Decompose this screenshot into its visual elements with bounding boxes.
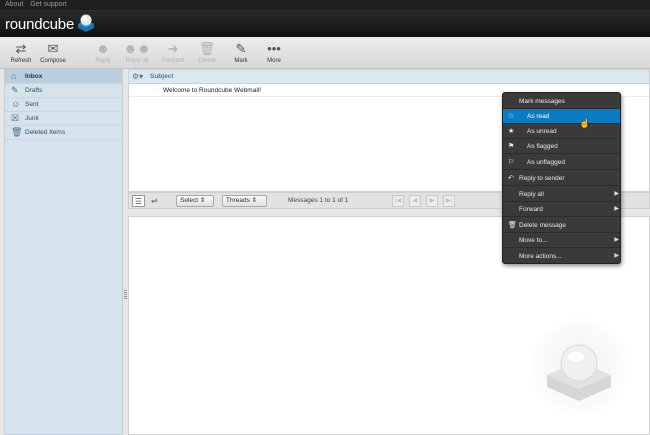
- folder-label: Inbox: [25, 73, 43, 80]
- sent-icon: ☺: [11, 99, 21, 109]
- folder-inbox[interactable]: ⌂ Inbox: [5, 70, 122, 84]
- thread-dot-icon: ·: [154, 86, 156, 92]
- menu-item-reply-to-sender[interactable]: ↶ Reply to sender: [503, 171, 620, 186]
- mark-messages-menu: Mark messages ☆ As read ★ As unread ⚑ As…: [502, 92, 621, 264]
- reply-icon: ↶: [508, 175, 514, 182]
- star-icon: ★: [508, 128, 515, 135]
- junk-icon: ☒: [11, 113, 20, 123]
- submenu-arrow-icon: ▶: [614, 206, 619, 212]
- compose-icon: ✉: [47, 41, 59, 56]
- folder-label: Sent: [25, 101, 39, 108]
- first-page-button[interactable]: |◀: [392, 195, 404, 207]
- reply-all-button[interactable]: ☻☻ Reply all: [120, 40, 154, 68]
- mark-button[interactable]: ✎ Mark: [224, 40, 258, 68]
- pane-splitter-handle[interactable]: [124, 290, 127, 300]
- menu-item-as-read[interactable]: ☆ As read: [503, 109, 620, 124]
- folder-label: Junk: [25, 115, 39, 122]
- inbox-icon: ⌂: [11, 71, 17, 81]
- flag-icon: ⚑: [508, 143, 515, 150]
- delete-button[interactable]: 🗑 Delete: [190, 40, 224, 68]
- last-page-button[interactable]: ▶|: [443, 195, 455, 207]
- menu-item-forward[interactable]: Forward ▶: [503, 202, 620, 217]
- list-options-gear-icon[interactable]: ⚙▾: [132, 72, 143, 81]
- folder-junk[interactable]: ☒ Junk: [5, 112, 122, 126]
- refresh-icon: ⇄: [15, 41, 27, 56]
- top-utility-bar: About Get support: [0, 0, 650, 10]
- message-count-text: Messages 1 to 1 of 1: [288, 197, 349, 204]
- trash-icon: 🗑: [508, 222, 517, 229]
- about-link[interactable]: About: [5, 1, 23, 8]
- submenu-arrow-icon: ▶: [614, 237, 619, 243]
- get-support-link[interactable]: Get support: [30, 1, 67, 8]
- previous-page-button[interactable]: ◀: [409, 195, 421, 207]
- roundcube-watermark-icon: [547, 344, 611, 401]
- submenu-arrow-icon: ▶: [614, 253, 619, 259]
- menu-item-reply-all[interactable]: Reply all ▶: [503, 187, 620, 202]
- main-toolbar: ⇄ Refresh ✉ Compose ☻ Reply ☻☻ Reply all…: [0, 37, 650, 69]
- menu-title: Mark messages: [503, 94, 620, 109]
- watermark-logo: [529, 317, 629, 417]
- message-list-header: ⚙▾ Subject: [129, 70, 649, 84]
- threads-dropdown[interactable]: Threads ⇕: [222, 195, 267, 207]
- pencil-icon: ✎: [11, 85, 19, 95]
- mouse-cursor-icon: ☝: [579, 118, 591, 128]
- folder-sent[interactable]: ☺ Sent: [5, 98, 122, 112]
- more-button[interactable]: ••• More: [257, 40, 291, 68]
- roundcube-logo-icon: [78, 14, 94, 32]
- refresh-button[interactable]: ⇄ Refresh: [4, 40, 38, 68]
- next-page-button[interactable]: ▶: [426, 195, 438, 207]
- folder-label: Deleted Items: [25, 129, 66, 136]
- app-logo-text: roundcube: [5, 16, 75, 33]
- folder-deleted-items[interactable]: 🗑 Deleted Items: [5, 126, 122, 140]
- folder-label: Drafts: [25, 87, 43, 94]
- menu-item-as-unflagged[interactable]: ⚐ As unflagged: [503, 155, 620, 170]
- subject-column-header[interactable]: Subject: [150, 73, 173, 80]
- more-icon: •••: [267, 41, 281, 56]
- app-header: roundcube: [0, 10, 650, 37]
- submenu-arrow-icon: ▶: [614, 191, 619, 197]
- pencil-icon: ✎: [235, 41, 247, 56]
- star-outline-icon: ☆: [508, 113, 515, 120]
- list-view-icon[interactable]: ☰: [132, 195, 145, 207]
- thread-view-icon[interactable]: ⇌: [148, 195, 161, 207]
- compose-button[interactable]: ✉ Compose: [36, 40, 70, 68]
- menu-item-as-unread[interactable]: ★ As unread: [503, 124, 620, 139]
- folder-sidebar: ⌂ Inbox ✎ Drafts ☺ Sent ☒ Junk 🗑 Deleted…: [4, 69, 123, 435]
- menu-item-more-actions[interactable]: More actions... ▶: [503, 249, 620, 263]
- forward-button[interactable]: ➜ Forward: [156, 40, 190, 68]
- trash-icon: 🗑: [11, 127, 23, 137]
- trash-icon: 🗑: [198, 41, 216, 56]
- reply-button[interactable]: ☻ Reply: [86, 40, 120, 68]
- reply-all-icon: ☻☻: [123, 41, 151, 56]
- forward-icon: ➜: [167, 41, 179, 56]
- menu-item-move-to[interactable]: Move to... ▶: [503, 233, 620, 248]
- message-subject: Welcome to Roundcube Webmail!: [163, 87, 262, 94]
- folder-drafts[interactable]: ✎ Drafts: [5, 84, 122, 98]
- menu-item-as-flagged[interactable]: ⚑ As flagged: [503, 139, 620, 154]
- reply-icon: ☻: [96, 41, 110, 56]
- select-dropdown[interactable]: Select ⇕: [176, 195, 214, 207]
- menu-item-delete-message[interactable]: 🗑 Delete message: [503, 218, 620, 233]
- flag-outline-icon: ⚐: [508, 159, 515, 166]
